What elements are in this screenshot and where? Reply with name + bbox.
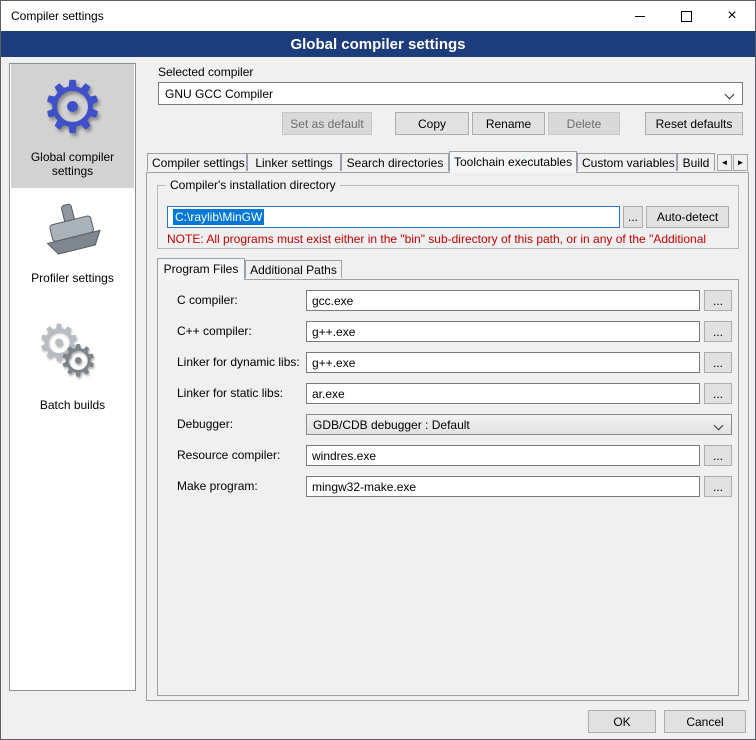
- linker-static-value: ar.exe: [312, 387, 345, 401]
- page-title: Global compiler settings: [1, 31, 755, 57]
- resource-compiler-input[interactable]: windres.exe: [306, 445, 700, 466]
- tab-scroll-right-button[interactable]: ►: [733, 154, 748, 171]
- resource-compiler-browse-button[interactable]: ...: [704, 445, 732, 466]
- sidebar-item-label: Batch builds: [40, 398, 105, 412]
- sidebar-item-batch-builds[interactable]: ⚙⚙ Batch builds: [11, 322, 134, 422]
- tab-bar: Compiler settings Linker settings Search…: [147, 151, 715, 173]
- tab-custom-variables[interactable]: Custom variables: [577, 153, 677, 171]
- compiler-select[interactable]: GNU GCC Compiler: [158, 82, 743, 105]
- rename-button[interactable]: Rename: [472, 112, 545, 135]
- c-compiler-label: C compiler:: [177, 290, 238, 311]
- sidebar-item-label: Profiler settings: [31, 271, 114, 285]
- auto-detect-button[interactable]: Auto-detect: [646, 206, 729, 228]
- maximize-button[interactable]: [663, 1, 709, 31]
- compiler-select-value: GNU GCC Compiler: [165, 87, 273, 101]
- c-compiler-value: gcc.exe: [312, 294, 353, 308]
- linker-dynamic-browse-button[interactable]: ...: [704, 352, 732, 373]
- cpp-compiler-input[interactable]: g++.exe: [306, 321, 700, 342]
- set-as-default-button[interactable]: Set as default: [282, 112, 372, 135]
- batch-builds-icon: ⚙⚙: [33, 326, 113, 396]
- tab-build-options[interactable]: Build: [677, 153, 715, 171]
- close-icon: ×: [727, 8, 736, 24]
- delete-button[interactable]: Delete: [548, 112, 620, 135]
- installation-directory-browse-button[interactable]: ...: [623, 206, 643, 228]
- tab-search-directories[interactable]: Search directories: [341, 153, 449, 171]
- c-compiler-input[interactable]: gcc.exe: [306, 290, 700, 311]
- window-controls: ×: [617, 1, 755, 31]
- selected-compiler-label: Selected compiler: [158, 65, 253, 79]
- resource-compiler-label: Resource compiler:: [177, 445, 280, 466]
- resource-compiler-value: windres.exe: [312, 449, 376, 463]
- cpp-compiler-browse-button[interactable]: ...: [704, 321, 732, 342]
- close-button[interactable]: ×: [709, 1, 755, 31]
- maximize-icon: [681, 11, 692, 22]
- sidebar: ⚙ Global compiler settings Profiler sett…: [9, 63, 136, 691]
- make-program-label: Make program:: [177, 476, 258, 497]
- debugger-select[interactable]: GDB/CDB debugger : Default: [306, 414, 732, 435]
- tab-additional-paths[interactable]: Additional Paths: [245, 260, 342, 278]
- make-program-browse-button[interactable]: ...: [704, 476, 732, 497]
- tab-linker-settings[interactable]: Linker settings: [247, 153, 341, 171]
- installation-directory-input[interactable]: C:\raylib\MinGW: [167, 206, 620, 228]
- chevron-down-icon: [714, 421, 724, 431]
- tab-compiler-settings[interactable]: Compiler settings: [147, 153, 247, 171]
- make-program-input[interactable]: mingw32-make.exe: [306, 476, 700, 497]
- linker-static-browse-button[interactable]: ...: [704, 383, 732, 404]
- installation-note: NOTE: All programs must exist either in …: [167, 232, 737, 247]
- cpp-compiler-label: C++ compiler:: [177, 321, 252, 342]
- window-title: Compiler settings: [1, 9, 104, 23]
- cpp-compiler-value: g++.exe: [312, 325, 355, 339]
- c-compiler-browse-button[interactable]: ...: [704, 290, 732, 311]
- compiler-settings-dialog: Compiler settings × Global compiler sett…: [0, 0, 756, 740]
- make-program-value: mingw32-make.exe: [312, 480, 416, 494]
- tab-toolchain-executables[interactable]: Toolchain executables: [449, 151, 577, 173]
- minimize-button[interactable]: [617, 1, 663, 31]
- sidebar-item-profiler-settings[interactable]: Profiler settings: [11, 198, 134, 298]
- subtab-bar: Program Files Additional Paths: [157, 258, 342, 280]
- profiler-icon: [40, 202, 106, 269]
- reset-defaults-button[interactable]: Reset defaults: [645, 112, 743, 135]
- titlebar: Compiler settings ×: [1, 1, 755, 31]
- gear-icon: ⚙: [40, 68, 105, 148]
- cancel-button[interactable]: Cancel: [664, 710, 746, 733]
- tab-scroll-left-button[interactable]: ◄: [717, 154, 732, 171]
- ok-button[interactable]: OK: [588, 710, 656, 733]
- debugger-value: GDB/CDB debugger : Default: [313, 418, 470, 432]
- linker-dynamic-label: Linker for dynamic libs:: [177, 352, 300, 373]
- debugger-label: Debugger:: [177, 414, 233, 435]
- linker-static-input[interactable]: ar.exe: [306, 383, 700, 404]
- copy-button[interactable]: Copy: [395, 112, 469, 135]
- sidebar-item-global-compiler-settings[interactable]: ⚙ Global compiler settings: [11, 64, 134, 188]
- chevron-down-icon: [725, 90, 735, 100]
- minimize-icon: [635, 16, 645, 17]
- installation-directory-legend: Compiler's installation directory: [166, 178, 340, 192]
- linker-static-label: Linker for static libs:: [177, 383, 283, 404]
- tab-program-files[interactable]: Program Files: [157, 258, 245, 280]
- linker-dynamic-value: g++.exe: [312, 356, 355, 370]
- sidebar-item-label: Global compiler settings: [13, 150, 132, 178]
- linker-dynamic-input[interactable]: g++.exe: [306, 352, 700, 373]
- installation-directory-value: C:\raylib\MinGW: [173, 209, 264, 225]
